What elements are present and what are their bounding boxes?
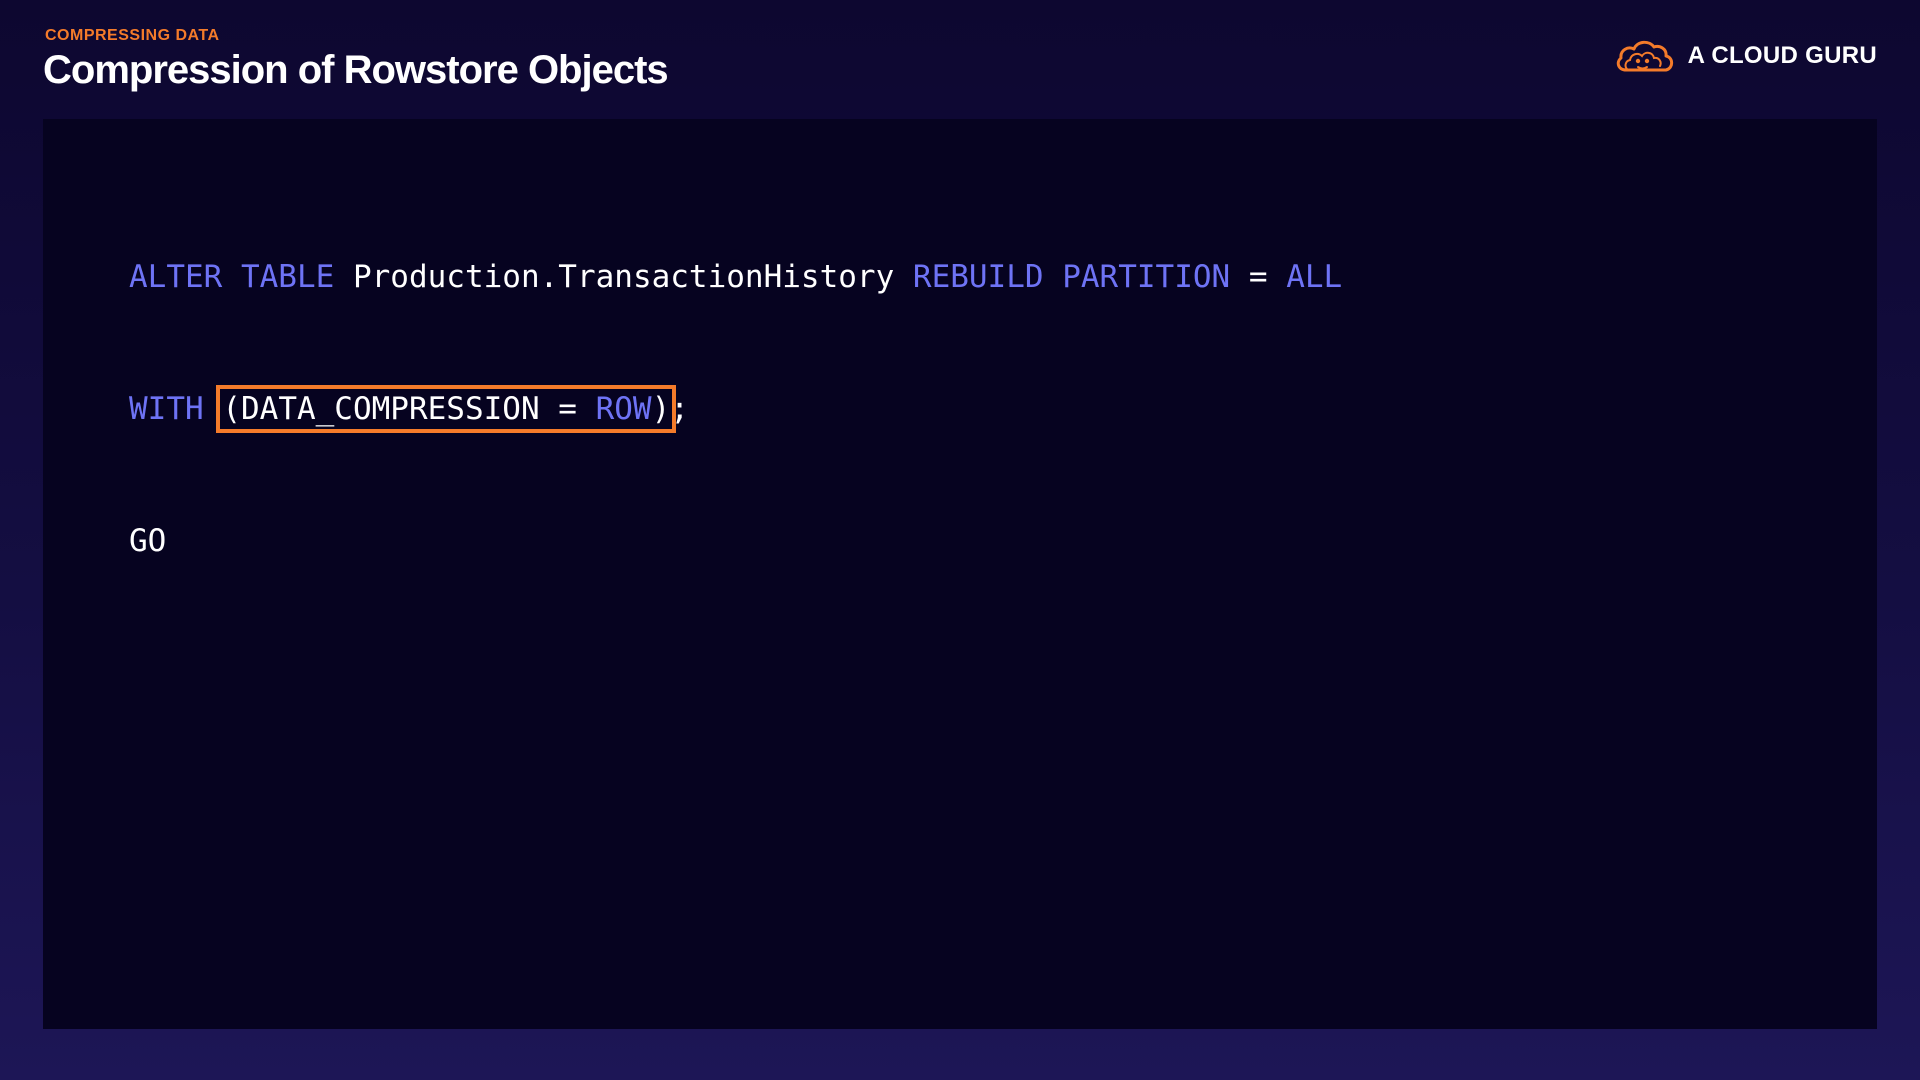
code-line-2: WITH (DATA_COMPRESSION = ROW); — [129, 385, 1342, 433]
cloud-logo-icon — [1616, 40, 1673, 72]
brand: A CLOUD GURU — [1614, 36, 1877, 76]
keyword-alter-table: ALTER TABLE — [129, 259, 335, 295]
code-block: ALTER TABLE Production.TransactionHistor… — [129, 167, 1342, 651]
eyebrow-label: COMPRESSING DATA — [45, 27, 220, 44]
compression-option: (DATA_COMPRESSION = — [222, 391, 577, 427]
code-line-3: GO — [129, 519, 1342, 563]
keyword-rebuild-partition: REBUILD PARTITION — [912, 259, 1231, 295]
semicolon: ; — [670, 391, 689, 427]
code-line-1: ALTER TABLE Production.TransactionHistor… — [129, 255, 1342, 299]
equals-operator: = — [1248, 259, 1268, 295]
keyword-with: WITH — [129, 391, 204, 427]
page-title: Compression of Rowstore Objects — [43, 48, 669, 92]
close-paren: ) — [651, 391, 671, 427]
keyword-row: ROW — [595, 391, 652, 427]
table-name: Production.TransactionHistory — [352, 259, 895, 295]
keyword-go: GO — [129, 523, 167, 559]
code-panel: ALTER TABLE Production.TransactionHistor… — [43, 119, 1877, 1029]
keyword-all: ALL — [1286, 259, 1343, 295]
highlighted-compression-option: (DATA_COMPRESSION = ROW) — [216, 385, 677, 433]
brand-name: A CLOUD GURU — [1687, 42, 1877, 69]
